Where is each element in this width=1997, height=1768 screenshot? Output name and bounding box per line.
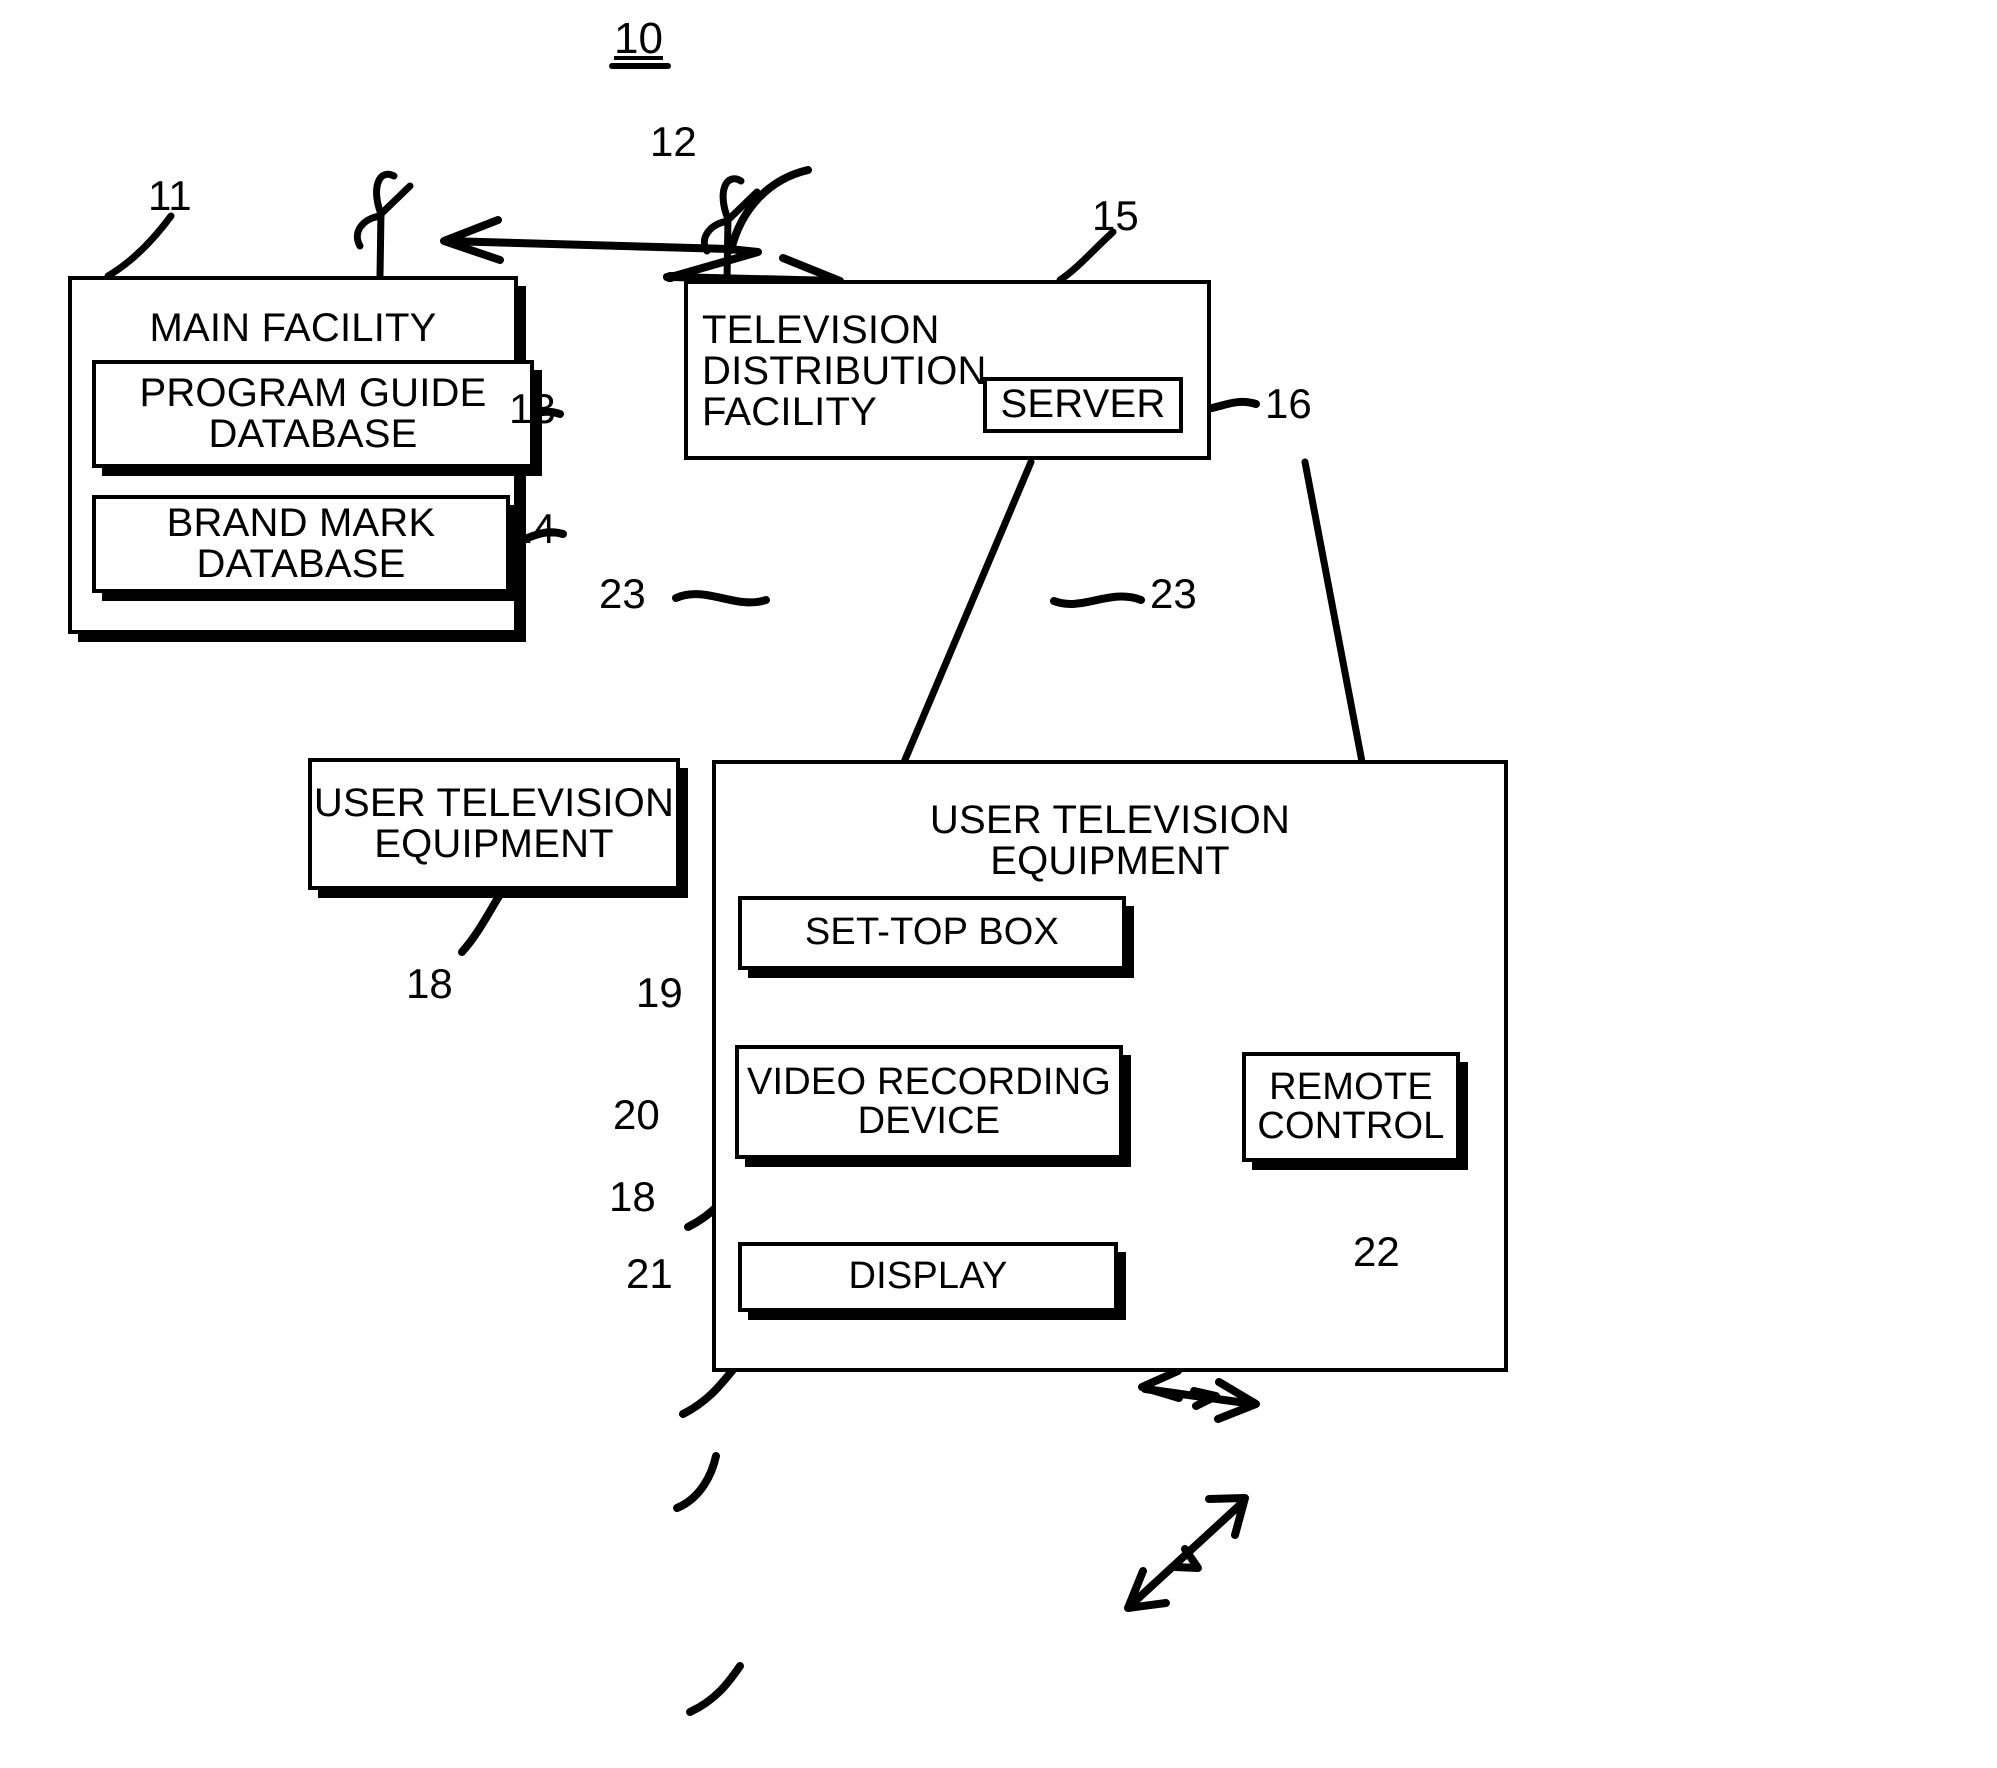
brand-mark-database-label: BRAND MARK DATABASE [166,500,436,586]
set-top-box-box: SET-TOP BOX [738,896,1126,970]
leader-21 [686,1662,744,1716]
reference-numeral-13: 13 [509,385,556,432]
program-guide-database-box: PROGRAM GUIDE DATABASE [92,360,534,468]
remote-control-label: REMOTE CONTROL [1257,1065,1445,1147]
video-recording-device-label: VIDEO RECORDING DEVICE [746,1060,1112,1142]
reference-numeral-18-right: 18 [609,1173,656,1220]
reference-numeral-23-left: 23 [599,570,646,617]
arrow-vrd-to-remote [1138,1367,1260,1423]
leader-20 [679,1361,741,1418]
reference-numeral-22: 22 [1353,1228,1400,1275]
set-top-box-label: SET-TOP BOX [804,911,1060,954]
server-label: SERVER [1000,382,1166,427]
user-television-equipment-left-box: USER TELEVISION EQUIPMENT [308,758,680,890]
main-facility-label: MAIN FACILITY [149,306,437,350]
television-distribution-facility-box: TELEVISION DISTRIBUTION FACILITY [684,280,1211,460]
reference-numeral-23-right: 23 [1150,570,1197,617]
reference-numeral-11: 11 [148,172,192,219]
server-box: SERVER [983,377,1183,433]
leader-11 [104,212,175,280]
program-guide-database-label: PROGRAM GUIDE DATABASE [139,370,487,456]
leader-18-left [458,886,507,956]
reference-numeral-16: 16 [1265,380,1312,427]
figure-number: 10 [614,14,663,63]
reference-numeral-20: 20 [613,1091,660,1138]
reference-numeral-12: 12 [650,118,697,165]
leader-18-right [673,1452,720,1512]
leader-23-left [672,590,770,607]
reference-numeral-19: 19 [636,969,683,1016]
reference-numeral-14: 14 [509,505,556,552]
display-box: DISPLAY [738,1242,1118,1312]
wireless-link-zigzag [667,245,762,281]
remote-control-box: REMOTE CONTROL [1242,1052,1460,1162]
patent-figure: 10 MAIN FACILITY PROGRAM GUIDE DATABASE … [0,0,1997,1768]
display-label: DISPLAY [848,1255,1008,1298]
leader-23-right [1050,592,1145,608]
reference-numeral-15: 15 [1092,192,1139,239]
arrow-display-to-remote [1124,1494,1249,1612]
antenna-main-facility [353,170,414,280]
user-television-equipment-left-label: USER TELEVISION EQUIPMENT [313,780,675,866]
reference-numeral-18-left: 18 [406,960,453,1007]
brand-mark-database-box: BRAND MARK DATABASE [92,495,510,593]
user-television-equipment-right-label: USER TELEVISION EQUIPMENT [929,798,1291,884]
reference-numeral-21: 21 [626,1250,673,1297]
video-recording-device-box: VIDEO RECORDING DEVICE [735,1045,1123,1159]
